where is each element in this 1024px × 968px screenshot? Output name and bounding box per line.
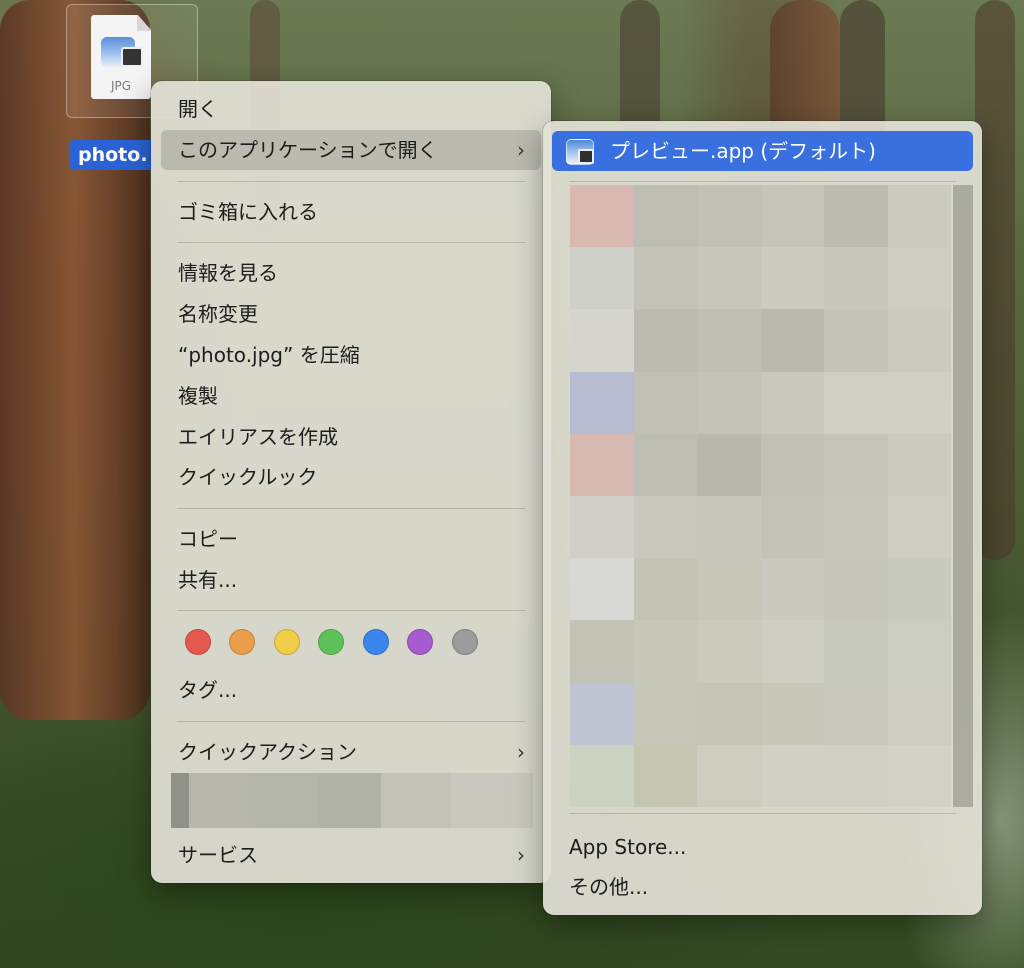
menu-item-label: サービス: [178, 843, 258, 867]
menu-item-label: このアプリケーションで開く: [178, 138, 438, 162]
menu-item-label: ゴミ箱に入れる: [178, 200, 318, 224]
tag-green[interactable]: [318, 629, 344, 655]
menu-item-quick-actions[interactable]: クイックアクション ›: [161, 732, 541, 772]
menu-divider: [569, 181, 956, 182]
menu-item-label: エイリアスを作成: [178, 425, 338, 449]
file-type-label: JPG: [110, 79, 132, 93]
menu-item-get-info[interactable]: 情報を見る: [161, 253, 541, 293]
submenu-item-label: プレビュー.app (デフォルト): [610, 139, 876, 163]
camera-icon: [121, 47, 143, 67]
menu-item-label: タグ...: [178, 678, 238, 702]
menu-divider: [177, 181, 525, 182]
tag-yellow[interactable]: [274, 629, 300, 655]
submenu-item-app-store[interactable]: App Store...: [569, 827, 686, 867]
menu-item-label: クイックアクション: [178, 740, 357, 764]
menu-item-label: コピー: [178, 527, 238, 551]
menu-divider: [177, 610, 525, 611]
menu-divider: [177, 508, 525, 509]
menu-item-copy[interactable]: コピー: [161, 519, 541, 559]
menu-item-label: 共有...: [178, 568, 238, 592]
menu-item-quick-look[interactable]: クイックルック: [161, 457, 541, 497]
tree-trunk: [620, 0, 660, 140]
camera-icon: [578, 149, 594, 164]
menu-item-make-alias[interactable]: エイリアスを作成: [161, 417, 541, 457]
menu-item-tags[interactable]: タグ...: [161, 670, 541, 710]
context-menu: 開く このアプリケーションで開く › ゴミ箱に入れる 情報を見る 名称変更 “p…: [151, 81, 551, 883]
submenu-item-preview-default[interactable]: プレビュー.app (デフォルト): [552, 131, 973, 171]
open-with-submenu: プレビュー.app (デフォルト) App Store... その他...: [543, 121, 982, 915]
tag-purple[interactable]: [407, 629, 433, 655]
menu-item-label: 情報を見る: [178, 261, 278, 285]
tag-orange[interactable]: [229, 629, 255, 655]
menu-item-share[interactable]: 共有...: [161, 560, 541, 600]
file-name-label[interactable]: photo.: [70, 140, 156, 170]
page-fold: [137, 15, 151, 31]
menu-item-label: “photo.jpg” を圧縮: [178, 343, 360, 367]
redacted-app-list: [570, 185, 951, 807]
menu-item-move-to-trash[interactable]: ゴミ箱に入れる: [161, 192, 541, 232]
menu-item-label: 開く: [178, 97, 218, 121]
menu-item-open[interactable]: 開く: [161, 89, 541, 129]
menu-item-label: 複製: [178, 384, 218, 408]
menu-item-duplicate[interactable]: 複製: [161, 376, 541, 416]
menu-item-rename[interactable]: 名称変更: [161, 294, 541, 334]
menu-divider: [177, 242, 525, 243]
submenu-item-other[interactable]: その他...: [569, 867, 648, 907]
chevron-right-icon: ›: [517, 740, 525, 764]
tag-gray[interactable]: [452, 629, 478, 655]
chevron-right-icon: ›: [517, 843, 525, 867]
preview-app-icon: [566, 139, 594, 165]
tag-blue[interactable]: [363, 629, 389, 655]
chevron-right-icon: ›: [517, 138, 525, 162]
menu-item-label: クイックルック: [178, 465, 318, 489]
jpg-file-icon: JPG: [91, 15, 151, 99]
tag-red[interactable]: [185, 629, 211, 655]
menu-item-label: 名称変更: [178, 302, 258, 326]
menu-item-open-with[interactable]: このアプリケーションで開く ›: [161, 130, 541, 170]
menu-item-services[interactable]: サービス ›: [161, 835, 541, 875]
menu-divider: [177, 721, 525, 722]
redacted-area: [171, 773, 533, 828]
submenu-scrollbar[interactable]: [953, 185, 973, 807]
menu-item-compress[interactable]: “photo.jpg” を圧縮: [161, 335, 541, 375]
menu-divider: [569, 813, 956, 814]
